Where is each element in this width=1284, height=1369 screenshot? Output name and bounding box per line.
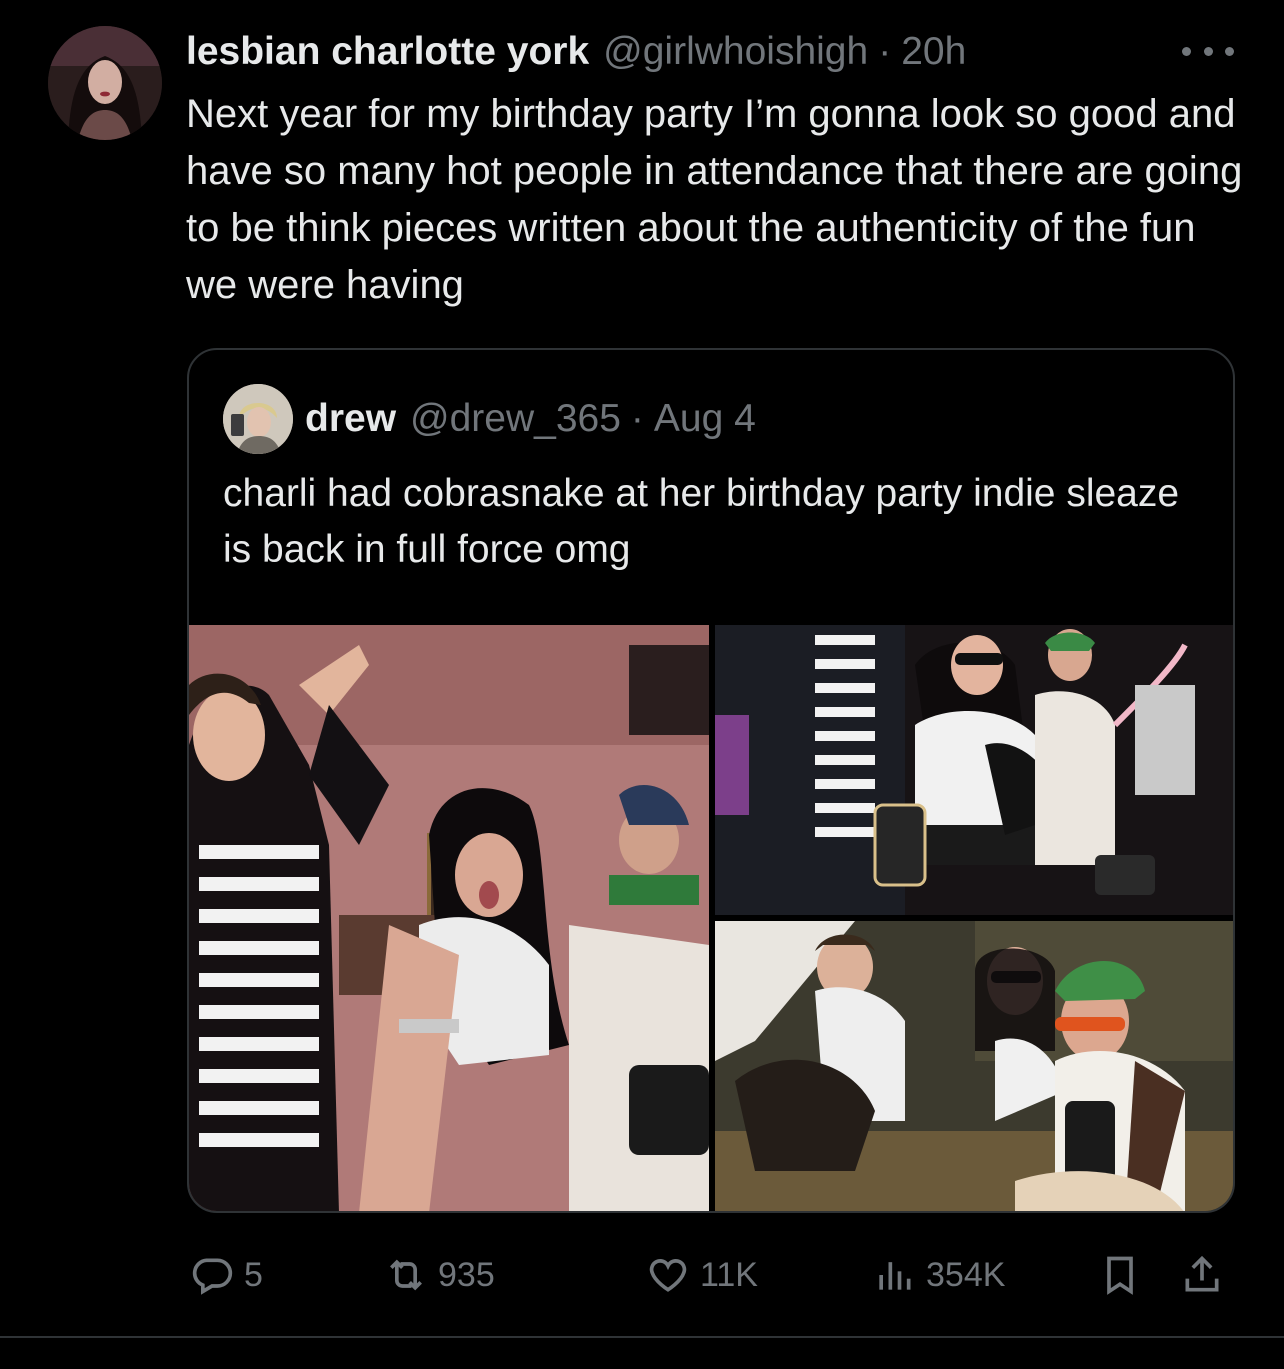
quoted-date[interactable]: Aug 4 <box>654 397 756 441</box>
share-button[interactable] <box>1180 1250 1224 1300</box>
bookmark-button[interactable] <box>1098 1250 1142 1300</box>
reply-button[interactable]: 5 <box>190 1250 263 1300</box>
bookmark-icon <box>1098 1253 1142 1297</box>
media-grid <box>189 625 1233 1211</box>
timestamp[interactable]: 20h <box>901 28 966 76</box>
party-photo-1[interactable] <box>189 625 709 1211</box>
tweet: lesbian charlotte york @girlwhoishigh · … <box>0 0 1284 1369</box>
reply-icon <box>190 1253 234 1297</box>
divider <box>0 1336 1284 1338</box>
like-button[interactable]: 11K <box>646 1250 758 1300</box>
quoted-tweet-text: charli had cobrasnake at her birthday pa… <box>223 472 1180 571</box>
like-icon <box>646 1253 690 1297</box>
party-photo-2[interactable] <box>715 625 1233 915</box>
quoted-tweet[interactable]: drew @drew_365 · Aug 4 charli had cobras… <box>187 348 1235 1213</box>
tweet-text: Next year for my birthday party I’m gonn… <box>186 92 1243 307</box>
more-dot <box>1203 46 1213 56</box>
tweet-header: lesbian charlotte york @girlwhoishigh · … <box>186 28 966 76</box>
views-button[interactable]: 354K <box>872 1250 1005 1300</box>
separator-dot: · <box>878 30 892 73</box>
more-dot <box>1225 46 1234 56</box>
author-avatar[interactable] <box>48 26 162 140</box>
share-icon <box>1180 1253 1224 1297</box>
author-name[interactable]: lesbian charlotte york <box>186 28 589 76</box>
party-photo-3[interactable] <box>715 921 1233 1211</box>
quoted-author-name[interactable]: drew <box>305 397 396 441</box>
more-options-icon[interactable] <box>1182 34 1234 68</box>
more-dot <box>1182 46 1191 56</box>
retweet-button[interactable]: 935 <box>384 1250 495 1300</box>
author-handle[interactable]: @girlwhoishigh <box>603 28 868 76</box>
quoted-header: drew @drew_365 · Aug 4 <box>305 394 756 444</box>
quoted-author-handle[interactable]: @drew_365 <box>410 397 621 441</box>
separator-dot: · <box>630 397 644 440</box>
retweet-count: 935 <box>438 1255 495 1294</box>
retweet-icon <box>384 1253 428 1297</box>
views-count: 354K <box>926 1255 1006 1294</box>
reply-count: 5 <box>244 1255 263 1294</box>
quoted-author-avatar[interactable] <box>223 384 293 454</box>
views-icon <box>872 1253 916 1297</box>
tweet-actions: 5 935 11K 354K <box>186 1250 1236 1300</box>
like-count: 11K <box>700 1255 758 1294</box>
